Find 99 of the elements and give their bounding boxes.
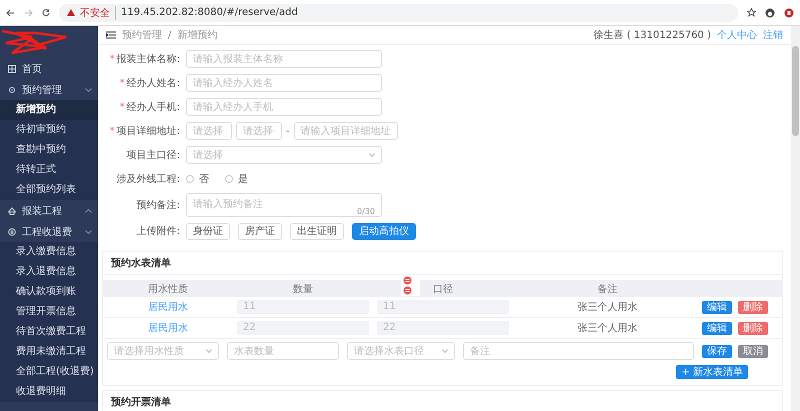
- badge-icon: [403, 276, 412, 285]
- breadcrumb-link[interactable]: 预约管理: [122, 28, 162, 42]
- scrollbar-thumb[interactable]: [792, 46, 799, 136]
- submenu-item[interactable]: 费用未缴清工程: [0, 342, 98, 362]
- input-field[interactable]: 备注: [463, 342, 694, 360]
- submenu-item[interactable]: 查勘中预约: [0, 140, 98, 160]
- submenu-item[interactable]: 管理开票信息: [0, 302, 98, 322]
- chevron-icon: [206, 349, 212, 353]
- reload-icon[interactable]: [42, 8, 50, 16]
- chevron-icon: [85, 208, 92, 212]
- select-field[interactable]: 请选择: [186, 146, 382, 164]
- field-label: 报装主体名称:: [116, 54, 180, 65]
- field-label: 项目主口径:: [126, 150, 180, 161]
- field-label: 预约备注:: [136, 200, 180, 211]
- gear-icon: [8, 86, 16, 94]
- grid-icon: [8, 64, 16, 72]
- section-title: 预约水表清单: [103, 252, 782, 275]
- submenu-item[interactable]: 收退费明细: [0, 382, 98, 402]
- star-icon[interactable]: [747, 8, 756, 17]
- header-link[interactable]: 注销: [763, 28, 783, 42]
- security-warning: 不安全: [80, 6, 116, 20]
- extension-icon[interactable]: [765, 8, 775, 18]
- required-mark: *: [110, 54, 115, 65]
- field-label: 上传附件:: [136, 226, 180, 237]
- radio-option[interactable]: 否: [186, 172, 209, 186]
- table-cell[interactable]: 居民用水: [103, 321, 233, 335]
- url-text: 119.45.202.82:8080/#/reserve/add: [121, 7, 298, 18]
- extension-icon[interactable]: [784, 8, 794, 18]
- submenu-item[interactable]: 确认款项到账: [0, 282, 98, 302]
- chevron-icon: [85, 88, 92, 92]
- table-cell-text: 张三个人用水: [576, 300, 638, 314]
- coin-icon: [8, 228, 16, 236]
- upload-button[interactable]: 身份证: [186, 222, 230, 240]
- menu-item[interactable]: 预约管理: [0, 79, 98, 100]
- select-field[interactable]: 请选择: [186, 122, 232, 140]
- breadcrumb-separator: /: [168, 30, 172, 40]
- address-bar[interactable]: 不安全 119.45.202.82:8080/#/reserve/add: [59, 4, 738, 22]
- menu-item[interactable]: 报装工程: [0, 200, 98, 221]
- submenu-item[interactable]: 录入退费信息: [0, 262, 98, 282]
- chevron-icon: [442, 349, 448, 353]
- action-button[interactable]: 删除: [738, 300, 768, 314]
- hat-icon: [8, 206, 16, 214]
- select-field[interactable]: 请选择水表口径: [347, 342, 455, 360]
- action-button[interactable]: 取消: [738, 344, 768, 358]
- table-cell-text: 张三个人用水: [576, 322, 638, 335]
- input-field: 11: [237, 300, 369, 314]
- menu-item[interactable]: 工程收退费: [0, 221, 98, 242]
- badge-icon: [403, 286, 412, 295]
- required-mark: *: [110, 126, 115, 137]
- submenu-item[interactable]: 待首次缴费工程: [0, 322, 98, 342]
- column-header: 数量: [293, 284, 313, 294]
- upload-button[interactable]: 房产证: [238, 222, 282, 240]
- header-link[interactable]: 个人中心: [717, 28, 757, 42]
- submenu-item[interactable]: 待初审预约: [0, 120, 98, 140]
- action-button[interactable]: 删除: [738, 322, 768, 334]
- required-mark: *: [120, 78, 125, 89]
- upload-button[interactable]: 启动高拍仪: [352, 222, 416, 240]
- submenu-item[interactable]: 全部预约列表: [0, 180, 98, 200]
- table-cell[interactable]: 居民用水: [103, 300, 233, 314]
- action-button[interactable]: 编辑: [702, 322, 732, 334]
- action-button[interactable]: 编辑: [702, 300, 732, 314]
- add-button[interactable]: + 新水表清单: [676, 365, 748, 379]
- field-label: 项目详细地址:: [116, 126, 180, 137]
- menu-item[interactable]: 首页: [0, 58, 98, 79]
- column-header: 用水性质: [148, 284, 188, 294]
- submenu-item[interactable]: 待转正式: [0, 160, 98, 180]
- input-field[interactable]: 请输入经办人手机: [186, 98, 382, 116]
- user-info: 徐生喜 ( 13101225760 ): [594, 28, 711, 42]
- submenu-item[interactable]: 新增预约: [0, 100, 98, 120]
- input-field[interactable]: 请输入报装主体名称: [186, 50, 382, 68]
- chevron-icon: [85, 230, 92, 234]
- column-header: 备注: [598, 284, 618, 294]
- required-mark: *: [120, 102, 125, 113]
- floating-widget[interactable]: [401, 275, 420, 296]
- select-field[interactable]: 请选择: [236, 122, 282, 140]
- warning-icon: [67, 9, 75, 16]
- input-field: 22: [237, 321, 369, 335]
- input-field[interactable]: 请输入经办人姓名: [186, 74, 382, 92]
- field-label: 涉及外线工程:: [116, 174, 180, 185]
- input-field[interactable]: 水表数量: [227, 342, 339, 360]
- separator: -: [286, 126, 290, 136]
- select-field[interactable]: 请选择用水性质: [107, 342, 219, 360]
- input-field[interactable]: 请输入项目详细地址: [294, 122, 398, 140]
- radio-option[interactable]: 是: [225, 172, 248, 186]
- field-label: 经办人姓名:: [126, 78, 180, 89]
- field-label: 经办人手机:: [126, 102, 180, 113]
- section-title: 预约开票清单: [103, 391, 782, 411]
- textarea-field[interactable]: 请输入预约备注 0/30: [186, 193, 382, 217]
- breadcrumb-current: 新增预约: [177, 28, 218, 42]
- submenu-item[interactable]: 录入缴费信息: [0, 242, 98, 262]
- input-field: 22: [377, 321, 509, 335]
- submenu-item[interactable]: 全部工程(收退费): [0, 362, 98, 382]
- action-button[interactable]: 保存: [702, 344, 732, 358]
- upload-button[interactable]: 出生证明: [290, 222, 344, 240]
- column-header: 口径: [433, 284, 453, 294]
- back-icon[interactable]: [6, 8, 15, 16]
- chevron-icon: [369, 153, 375, 157]
- menu-icon[interactable]: [106, 31, 116, 39]
- input-field: 11: [377, 300, 509, 314]
